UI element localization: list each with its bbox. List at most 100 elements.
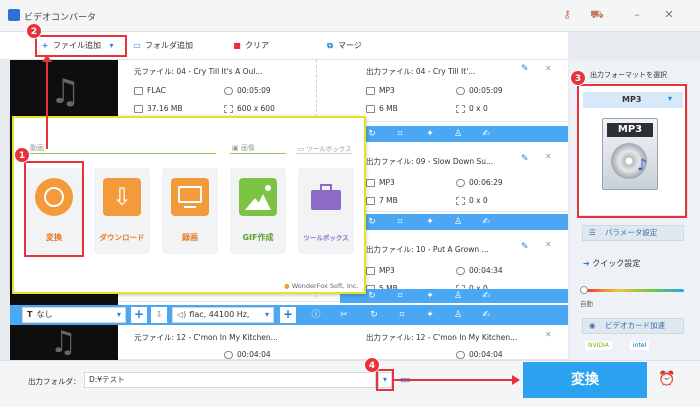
clock-icon bbox=[456, 179, 465, 187]
gpu-acceleration-button[interactable]: ◉ ビデオカード加速 bbox=[582, 318, 684, 334]
rotate-icon[interactable]: ↻ bbox=[366, 216, 378, 228]
clock-icon bbox=[456, 267, 465, 275]
category-divider bbox=[28, 153, 216, 154]
effect-icon[interactable]: ✦ bbox=[424, 216, 436, 228]
format-icon bbox=[134, 87, 143, 95]
gif-maker-tile[interactable]: GIF作成 bbox=[230, 168, 286, 254]
audio-track-select[interactable]: ◁) flac, 44100 Hz, ▾ bbox=[172, 307, 274, 323]
output-size: 7 MB bbox=[366, 196, 398, 205]
edit-pencil-icon[interactable]: ✎ bbox=[521, 242, 529, 252]
rotate-icon[interactable]: ↻ bbox=[366, 128, 378, 140]
output-duration: 00:04:04 bbox=[456, 350, 503, 359]
step-badge-1: 1 bbox=[14, 147, 30, 163]
app-logo-icon bbox=[8, 9, 20, 21]
minimize-icon[interactable]: – bbox=[630, 8, 644, 22]
effect-icon[interactable]: ✦ bbox=[424, 309, 436, 321]
file-icon bbox=[134, 105, 143, 113]
step-badge-2: 2 bbox=[26, 23, 42, 39]
subtitle-icon[interactable]: ✍ bbox=[480, 216, 492, 228]
subtitle-select[interactable]: T なし ▾ bbox=[22, 307, 126, 323]
output-format: MP3 bbox=[366, 86, 395, 95]
quality-slider-thumb[interactable] bbox=[580, 286, 588, 294]
quality-slider[interactable] bbox=[584, 289, 684, 292]
edit-pencil-icon[interactable]: ✎ bbox=[521, 154, 529, 164]
remove-icon[interactable]: ✕ bbox=[545, 330, 552, 339]
category-video: 動画 bbox=[30, 144, 44, 152]
step-badge-3: 3 bbox=[570, 70, 586, 86]
edit-toolbar: ↻ ⌗ ✦ ♙ ✍ bbox=[340, 126, 568, 142]
convert-button[interactable]: 変換 bbox=[523, 362, 647, 398]
remove-icon[interactable]: ✕ bbox=[545, 64, 552, 73]
settings-icon: ☰ bbox=[589, 228, 596, 237]
output-name: 出力ファイル: 04 - Cry Till It'... bbox=[366, 67, 476, 76]
info-icon[interactable]: ⓘ bbox=[310, 309, 322, 321]
watermark-icon[interactable]: ♙ bbox=[452, 128, 464, 140]
arrow-head bbox=[512, 375, 520, 385]
music-note-icon: ♫ bbox=[50, 72, 81, 112]
subtitle-icon[interactable]: ✍ bbox=[480, 309, 492, 321]
record-tile[interactable]: 録画 bbox=[162, 168, 218, 254]
toolbox-tile[interactable]: ツールボックス bbox=[298, 168, 354, 254]
key-icon[interactable]: ⚷ bbox=[560, 8, 574, 22]
source-duration: 00:04:04 bbox=[224, 350, 271, 359]
output-folder-input[interactable]: D:¥テスト bbox=[84, 372, 376, 388]
output-duration: 00:04:34 bbox=[456, 266, 503, 275]
merge-button[interactable]: ⧉ マージ bbox=[325, 38, 362, 54]
source-format: FLAC bbox=[134, 86, 166, 95]
resolution-icon bbox=[224, 105, 233, 113]
output-name: 出力ファイル: 10 - Put A Grown ... bbox=[366, 245, 489, 254]
trash-icon: ■ bbox=[233, 41, 241, 50]
output-name: 出力ファイル: 09 - Slow Down Su... bbox=[366, 157, 494, 166]
subtitle-icon[interactable]: ✍ bbox=[480, 128, 492, 140]
folder-icon: ▭ bbox=[133, 41, 141, 50]
effect-icon[interactable]: ✦ bbox=[424, 290, 436, 302]
format-icon bbox=[366, 87, 375, 95]
crop-icon[interactable]: ⌗ bbox=[394, 290, 406, 302]
subtitle-icon[interactable]: ✍ bbox=[480, 290, 492, 302]
resolution-icon bbox=[456, 105, 465, 113]
edit-pencil-icon[interactable]: ✎ bbox=[521, 64, 529, 74]
remove-icon[interactable]: ✕ bbox=[545, 240, 552, 249]
resolution-icon bbox=[456, 197, 465, 205]
highlight-convert-tile bbox=[24, 161, 84, 257]
watermark-icon[interactable]: ♙ bbox=[452, 216, 464, 228]
highlight-folder-dropdown bbox=[376, 369, 394, 391]
watermark-icon[interactable]: ♙ bbox=[452, 290, 464, 302]
arrow-head bbox=[42, 55, 52, 62]
rotate-icon[interactable]: ↻ bbox=[368, 309, 380, 321]
picture-icon bbox=[239, 178, 277, 216]
subtitle-extract-button[interactable]: ⇩ bbox=[151, 307, 167, 323]
add-subtitle-button[interactable]: + bbox=[131, 307, 147, 323]
watermark-icon[interactable]: ♙ bbox=[452, 309, 464, 321]
output-folder-label: 出力フォルダ： bbox=[28, 377, 81, 386]
clock-icon bbox=[456, 87, 465, 95]
cut-icon[interactable]: ✂ bbox=[338, 309, 350, 321]
cart-icon[interactable]: ⛟ bbox=[590, 8, 604, 22]
clear-button[interactable]: ■ クリア bbox=[232, 38, 269, 54]
toolbox-small-icon: ▭ bbox=[298, 145, 307, 153]
crop-icon[interactable]: ⌗ bbox=[394, 128, 406, 140]
output-format: MP3 bbox=[366, 178, 395, 187]
download-tile[interactable]: ⇩ ダウンロード bbox=[94, 168, 150, 254]
add-folder-button[interactable]: ▭ フォルダ追加 bbox=[132, 38, 193, 54]
quick-arrow-icon: ➜ bbox=[583, 259, 593, 268]
effect-icon[interactable]: ✦ bbox=[424, 128, 436, 140]
crop-icon[interactable]: ⌗ bbox=[396, 309, 408, 321]
crop-icon[interactable]: ⌗ bbox=[394, 216, 406, 228]
highlight-format bbox=[577, 84, 687, 218]
add-audio-button[interactable]: + bbox=[280, 307, 296, 323]
format-icon bbox=[366, 179, 375, 187]
clock-icon bbox=[224, 87, 233, 95]
output-resolution: 0 x 0 bbox=[456, 196, 488, 205]
screen-record-icon bbox=[171, 178, 209, 216]
rotate-icon[interactable]: ↻ bbox=[366, 290, 378, 302]
close-icon[interactable]: ✕ bbox=[662, 8, 676, 22]
gpu-icon: ◉ bbox=[589, 321, 596, 330]
parameter-settings-button[interactable]: ☰ パラメータ設定 bbox=[582, 225, 684, 241]
alarm-clock-icon[interactable]: ⏰ bbox=[658, 371, 675, 387]
remove-icon[interactable]: ✕ bbox=[545, 152, 552, 161]
thumbnail: ♫ bbox=[10, 60, 118, 122]
source-name: 元ファイル: 12 - C'mon In My Kitchen... bbox=[134, 333, 278, 342]
edit-toolbar: ↻ ⌗ ✦ ♙ ✍ bbox=[340, 289, 568, 303]
music-note-icon: ♫ bbox=[50, 325, 77, 360]
